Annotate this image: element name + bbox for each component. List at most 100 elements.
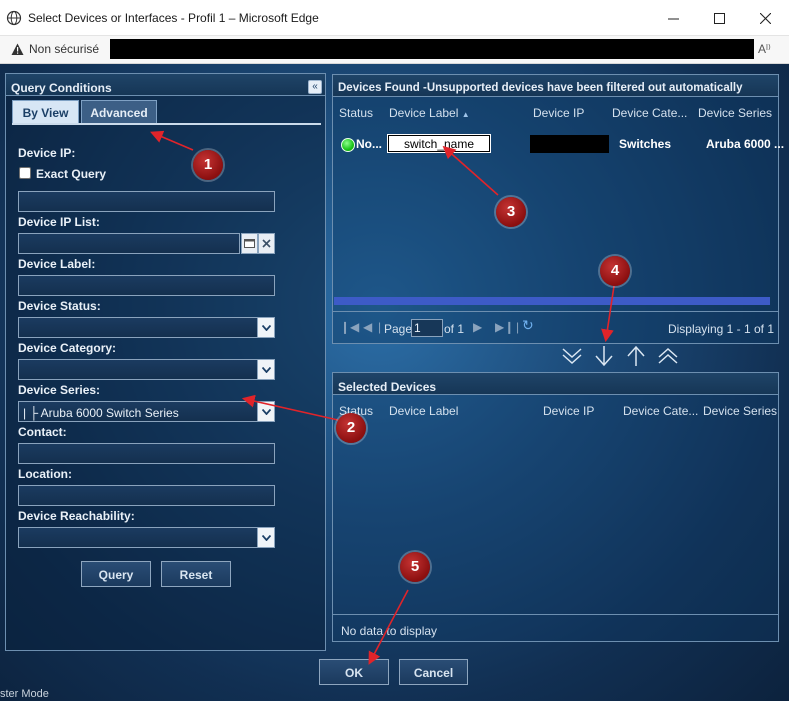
device-ip-list-label: Device IP List: bbox=[18, 215, 100, 229]
minimize-button[interactable] bbox=[650, 0, 696, 36]
location-label: Location: bbox=[18, 467, 72, 481]
row-device-category: Switches bbox=[619, 137, 672, 151]
device-ip-input[interactable] bbox=[18, 191, 275, 212]
chevron-down-icon[interactable] bbox=[257, 318, 274, 337]
device-status-label: Device Status: bbox=[18, 299, 101, 313]
move-down-button[interactable] bbox=[593, 345, 615, 367]
first-page-icon[interactable]: ❙◀ bbox=[340, 320, 359, 334]
column-device-label[interactable]: Device Label bbox=[389, 404, 458, 418]
pagination-toolbar: ❙◀ ◀ | Page of 1 ▶ ▶❙ | ↻ Displaying 1 -… bbox=[333, 311, 778, 343]
status-online-icon bbox=[341, 138, 355, 152]
reset-button[interactable]: Reset bbox=[161, 561, 231, 587]
separator: | bbox=[516, 320, 520, 334]
sort-ascending-icon: ▲ bbox=[461, 110, 470, 119]
query-conditions-title: Query Conditions bbox=[6, 74, 325, 96]
globe-icon bbox=[6, 10, 22, 26]
ip-list-picker-button[interactable] bbox=[241, 233, 258, 254]
cancel-button[interactable]: Cancel bbox=[399, 659, 468, 685]
device-reachability-label: Device Reachability: bbox=[18, 509, 135, 523]
annotation-marker-5: 5 bbox=[400, 552, 430, 582]
device-label-label: Device Label: bbox=[18, 257, 96, 271]
move-up-button[interactable] bbox=[625, 345, 647, 367]
maximize-button[interactable] bbox=[696, 0, 742, 36]
selected-devices-panel: Selected Devices Status Device Label Dev… bbox=[332, 372, 779, 642]
annotation-marker-4: 4 bbox=[600, 256, 630, 286]
chevron-down-icon[interactable] bbox=[257, 360, 274, 379]
column-device-series[interactable]: Device Series bbox=[698, 106, 772, 120]
annotation-marker-1: 1 bbox=[193, 150, 223, 180]
device-category-label: Device Category: bbox=[18, 341, 117, 355]
column-device-ip[interactable]: Device IP bbox=[533, 106, 584, 120]
previous-page-icon[interactable]: ◀ bbox=[363, 320, 372, 334]
dialog-body: Query Conditions « By View Advanced Devi… bbox=[0, 64, 789, 701]
device-ip-list-input[interactable] bbox=[18, 233, 240, 254]
collapse-panel-button[interactable]: « bbox=[308, 80, 322, 94]
device-status-select[interactable] bbox=[18, 317, 275, 338]
devices-found-title: Devices Found -Unsupported devices have … bbox=[333, 75, 778, 97]
device-series-value: | ├ Aruba 6000 Switch Series bbox=[23, 406, 179, 420]
column-device-ip[interactable]: Device IP bbox=[543, 404, 594, 418]
column-device-category[interactable]: Device Cate... bbox=[623, 404, 698, 418]
last-page-icon[interactable]: ▶❙ bbox=[495, 320, 514, 334]
chevron-down-icon[interactable] bbox=[257, 402, 274, 421]
close-window-button[interactable] bbox=[742, 0, 788, 36]
page-of-text: of 1 bbox=[444, 322, 465, 336]
column-device-label[interactable]: Device Label ▲ bbox=[389, 106, 470, 120]
devices-found-panel: Devices Found -Unsupported devices have … bbox=[332, 74, 784, 344]
displaying-count: Displaying 1 - 1 of 1 bbox=[667, 322, 774, 336]
column-device-label-text: Device Label bbox=[389, 106, 459, 120]
device-series-select[interactable]: | ├ Aruba 6000 Switch Series bbox=[18, 401, 275, 422]
page-number-input[interactable] bbox=[411, 319, 443, 337]
move-all-down-button[interactable] bbox=[561, 345, 583, 367]
chevron-down-icon[interactable] bbox=[257, 528, 274, 547]
insecure-label[interactable]: Non sécurisé bbox=[29, 42, 99, 56]
background-window-text: ster Mode bbox=[0, 688, 49, 700]
move-buttons bbox=[561, 345, 681, 369]
window-title: Select Devices or Interfaces - Profil 1 … bbox=[28, 11, 319, 25]
device-label-input[interactable] bbox=[18, 275, 275, 296]
device-series-label: Device Series: bbox=[18, 383, 101, 397]
separator: | bbox=[378, 320, 382, 334]
page-prefix: Page bbox=[384, 322, 413, 336]
refresh-icon[interactable]: ↻ bbox=[522, 317, 534, 334]
query-conditions-panel: Query Conditions « By View Advanced Devi… bbox=[5, 73, 326, 651]
ip-list-clear-button[interactable] bbox=[258, 233, 275, 254]
read-aloud-icon[interactable]: Aˡ⁾ bbox=[758, 42, 771, 56]
contact-label: Contact: bbox=[18, 425, 67, 439]
window-titlebar: Select Devices or Interfaces - Profil 1 … bbox=[0, 0, 789, 36]
column-status[interactable]: Status bbox=[339, 106, 373, 120]
annotation-marker-2: 2 bbox=[336, 413, 366, 443]
tab-by-view[interactable]: By View bbox=[12, 100, 79, 124]
annotation-marker-3: 3 bbox=[496, 197, 526, 227]
close-icon bbox=[759, 12, 771, 24]
row-device-ip-redacted bbox=[530, 135, 609, 153]
tab-advanced[interactable]: Advanced bbox=[81, 100, 157, 124]
row-device-series: Aruba 6000 ... bbox=[706, 137, 785, 151]
minimize-icon bbox=[667, 18, 679, 19]
row-status: No... bbox=[356, 137, 382, 151]
next-page-icon[interactable]: ▶ bbox=[473, 320, 482, 334]
address-bar: Non sécurisé Aˡ⁾ bbox=[0, 36, 789, 64]
table-horizontal-scrollbar[interactable] bbox=[334, 297, 770, 305]
url-field[interactable] bbox=[110, 39, 754, 59]
column-device-category[interactable]: Device Cate... bbox=[612, 106, 687, 120]
exact-query-label: Exact Query bbox=[36, 167, 107, 181]
exact-query-checkbox[interactable] bbox=[19, 167, 31, 179]
contact-input[interactable] bbox=[18, 443, 275, 464]
row-device-label: switch_name bbox=[388, 135, 490, 152]
ok-button[interactable]: OK bbox=[319, 659, 389, 685]
empty-message: No data to display bbox=[341, 624, 438, 638]
column-device-series[interactable]: Device Series bbox=[703, 404, 777, 418]
window-icon bbox=[244, 239, 255, 248]
location-input[interactable] bbox=[18, 485, 275, 506]
query-button[interactable]: Query bbox=[81, 561, 151, 587]
device-reachability-select[interactable] bbox=[18, 527, 275, 548]
selected-devices-title: Selected Devices bbox=[333, 373, 778, 395]
move-all-up-button[interactable] bbox=[657, 345, 679, 367]
clear-icon bbox=[262, 239, 271, 248]
tab-underline bbox=[12, 123, 321, 125]
warning-icon bbox=[11, 43, 24, 55]
device-category-select[interactable] bbox=[18, 359, 275, 380]
divider bbox=[333, 614, 778, 615]
device-ip-label: Device IP: bbox=[18, 146, 76, 160]
